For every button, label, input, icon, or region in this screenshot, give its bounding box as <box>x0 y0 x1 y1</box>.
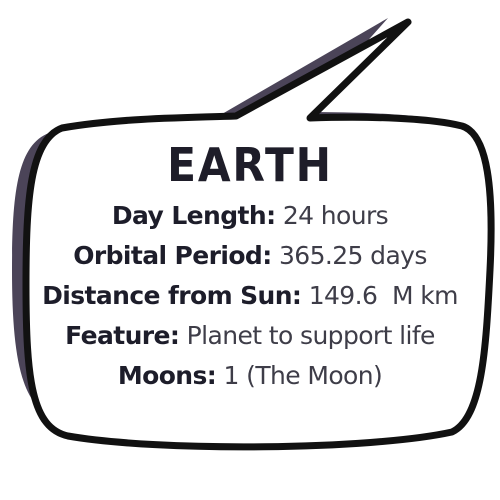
fact-value: 365.25 days <box>278 241 427 270</box>
speech-bubble-graphic: EARTH Day Length: 24 hours Orbital Perio… <box>0 0 500 500</box>
fact-feature: Feature: Planet to support life <box>30 316 470 356</box>
fact-value: 24 hours <box>282 201 389 230</box>
fact-value: Planet to support life <box>186 321 436 350</box>
fact-value: 1 (The Moon) <box>223 361 383 390</box>
fact-label: Day Length: <box>111 201 276 230</box>
fact-orbital-period: Orbital Period: 365.25 days <box>30 236 470 276</box>
fact-value: 149.6 M km <box>308 281 459 310</box>
fact-label: Feature: <box>65 321 180 350</box>
fact-day-length: Day Length: 24 hours <box>30 196 470 236</box>
bubble-content: EARTH Day Length: 24 hours Orbital Perio… <box>30 138 470 396</box>
fact-label: Moons: <box>117 361 217 390</box>
fact-moons: Moons: 1 (The Moon) <box>30 356 470 396</box>
fact-label: Distance from Sun: <box>42 281 302 310</box>
bubble-title: EARTH <box>167 138 333 192</box>
fact-label: Orbital Period: <box>73 241 272 270</box>
fact-distance-from-sun: Distance from Sun: 149.6 M km <box>30 276 470 316</box>
